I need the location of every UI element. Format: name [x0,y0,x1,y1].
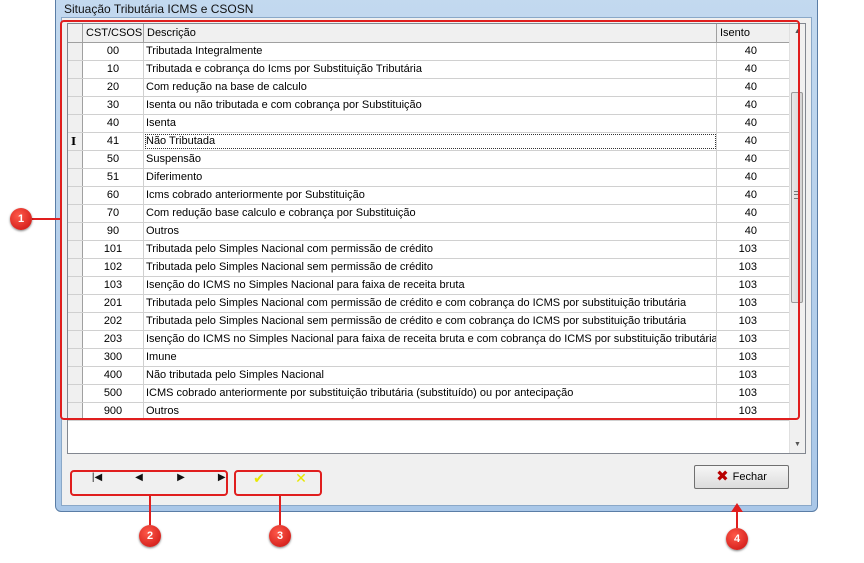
annotation-box-post-cancel [234,470,322,496]
annotation-line-3 [279,496,281,525]
window-title: Situação Tributária ICMS e CSOSN [64,2,254,16]
annotation-badge-3: 3 [269,525,291,547]
annotation-badge-4: 4 [726,528,748,550]
annotation-arrow-4-icon [731,503,743,512]
fechar-button[interactable]: ✖ Fechar [694,465,789,489]
annotation-line-4 [736,510,738,528]
annotation-line-1 [32,218,62,220]
scroll-down-icon[interactable]: ▼ [790,437,805,453]
fechar-label: Fechar [732,471,767,483]
close-icon: ✖ [716,468,729,486]
annotation-box-navigation [70,470,228,496]
annotation-badge-1: 1 [10,208,32,230]
annotation-box-grid [60,20,800,420]
annotation-line-2 [149,496,151,525]
annotation-badge-2: 2 [139,525,161,547]
